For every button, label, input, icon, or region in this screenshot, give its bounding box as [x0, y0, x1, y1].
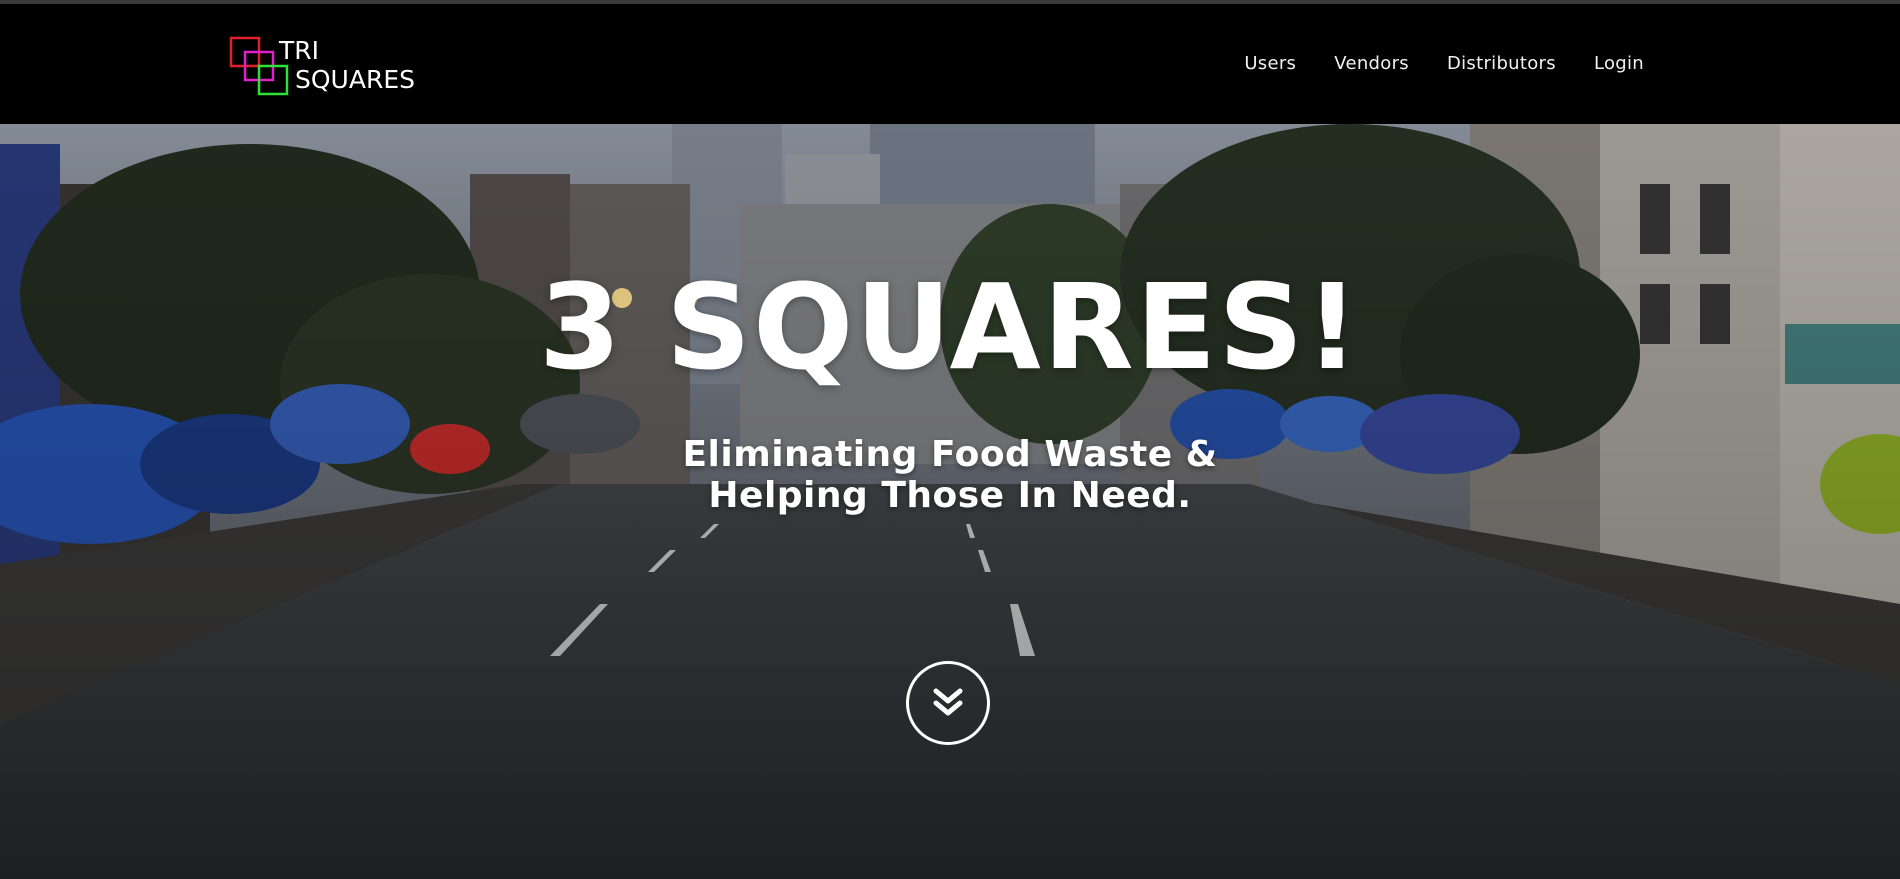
hero-subtitle-line1: Eliminating Food Waste & — [682, 434, 1218, 475]
hero-subtitle-line2: Helping Those In Need. — [708, 475, 1192, 516]
nav-login-link[interactable]: Login — [1594, 53, 1644, 74]
hero-section: 3 SQUARES! Eliminating Food Waste & Help… — [0, 124, 1900, 879]
chevron-double-down-icon — [933, 688, 963, 716]
nav-distributors-link[interactable]: Distributors — [1447, 53, 1556, 74]
brand-name-line1: TRI — [279, 36, 320, 65]
main-nav: Users Vendors Distributors Login — [1244, 48, 1644, 78]
nav-vendors-link[interactable]: Vendors — [1334, 53, 1409, 74]
hero-subtitle: Eliminating Food Waste & Helping Those I… — [0, 434, 1900, 516]
nav-users-link[interactable]: Users — [1244, 53, 1296, 74]
brand-name: TRI SQUARES — [279, 36, 415, 94]
brand-name-line2: SQUARES — [295, 65, 415, 94]
brand-logo-link[interactable]: TRI SQUARES — [229, 36, 419, 98]
hero-title: 3 SQUARES! — [538, 258, 1362, 396]
navbar: TRI SQUARES Users Vendors Distributors L… — [0, 4, 1900, 124]
scroll-down-button[interactable] — [906, 661, 990, 745]
